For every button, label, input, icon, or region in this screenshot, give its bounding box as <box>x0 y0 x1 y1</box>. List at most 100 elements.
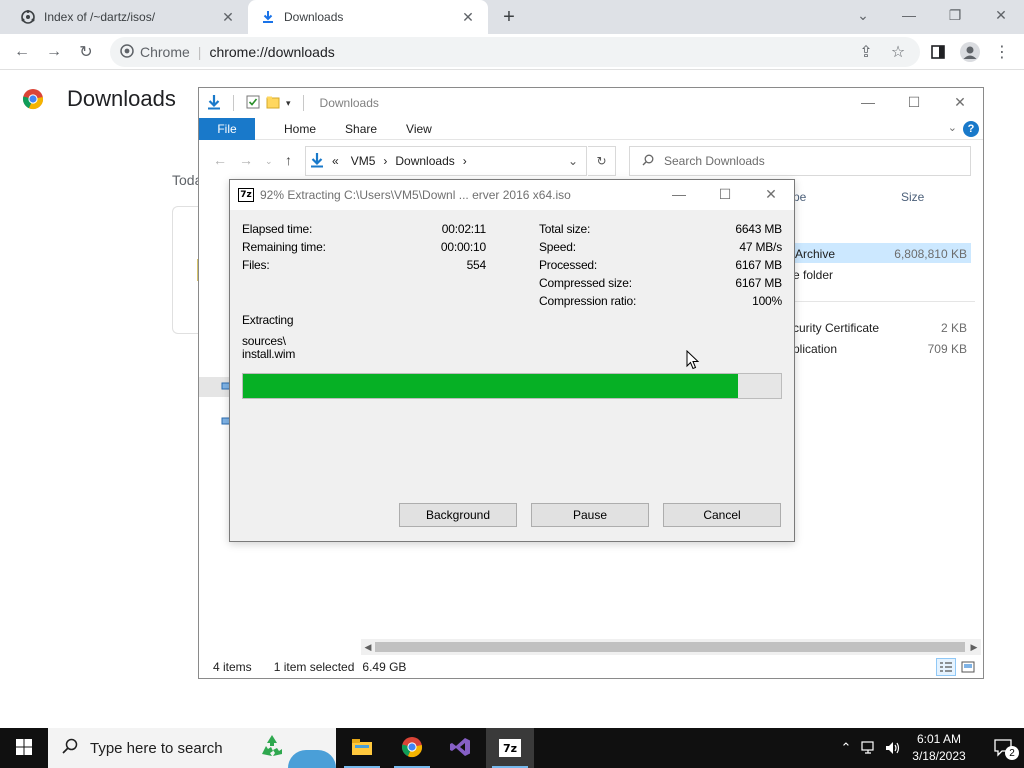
search-downloads-input[interactable]: Search Downloads <box>629 146 971 176</box>
files-value: 554 <box>466 258 487 272</box>
speed-value: 47 MB/s <box>739 240 782 254</box>
breadcrumb-downloads[interactable]: Downloads <box>395 154 454 168</box>
profile-avatar[interactable] <box>956 38 984 66</box>
action-center-button[interactable]: 2 <box>984 728 1024 768</box>
explorer-minimize-button[interactable]: — <box>845 88 891 116</box>
restore-button[interactable]: ❐ <box>932 0 978 30</box>
7zip-taskbar-button[interactable]: 7z <box>486 728 534 768</box>
mouse-cursor-icon <box>686 349 700 373</box>
new-folder-icon[interactable] <box>266 95 280 112</box>
share-icon[interactable]: ⇪ <box>852 38 880 66</box>
visual-studio-icon <box>449 736 471 761</box>
explorer-maximize-button[interactable]: ☐ <box>891 88 937 116</box>
chrome-site-icon <box>120 43 134 61</box>
scroll-right-icon[interactable]: ▶ <box>967 639 981 655</box>
file-size-cell: 6,808,810 KB <box>894 247 967 261</box>
refresh-icon[interactable]: ↻ <box>588 146 616 176</box>
ribbon-tabs: File Home Share View ⌄ ? <box>199 117 983 140</box>
back-arrow-icon[interactable]: ← <box>213 152 227 168</box>
clock-date: 3/18/2023 <box>912 749 966 763</box>
scrollbar-thumb[interactable] <box>375 642 965 652</box>
back-button[interactable]: ← <box>8 38 36 66</box>
7zip-minimize-button[interactable]: — <box>656 180 702 208</box>
progress-fill <box>243 374 738 398</box>
omnibox[interactable]: Chrome | chrome://downloads <box>110 37 920 67</box>
file-type-cell: e folder <box>793 268 834 282</box>
item-count: 4 items <box>213 660 252 674</box>
forward-arrow-icon[interactable]: → <box>239 152 253 168</box>
nav-pane-selected-item[interactable] <box>199 377 231 397</box>
cancel-button[interactable]: Cancel <box>663 503 781 527</box>
file-size-cell: 709 KB <box>927 342 967 356</box>
horizontal-scrollbar[interactable]: ◀ ▶ <box>361 639 981 655</box>
close-tab-icon[interactable]: ✕ <box>460 9 476 25</box>
search-placeholder: Search Downloads <box>664 154 765 168</box>
chrome-taskbar-button[interactable] <box>388 728 436 768</box>
scroll-left-icon[interactable]: ◀ <box>361 639 375 655</box>
close-tab-icon[interactable]: ✕ <box>220 9 236 25</box>
close-window-button[interactable]: ✕ <box>978 0 1024 30</box>
breadcrumb-vm5[interactable]: VM5 <box>351 154 376 168</box>
file-size-cell: 2 KB <box>940 321 967 335</box>
7zip-maximize-button[interactable]: ☐ <box>702 180 748 208</box>
tab-search-icon[interactable]: ⌄ <box>840 0 886 30</box>
ribbon-tab-view[interactable]: View <box>406 122 432 136</box>
address-bar[interactable]: « VM5 › Downloads › ⌄ <box>305 146 587 176</box>
new-tab-button[interactable]: + <box>496 5 522 29</box>
compressed-size-value: 6167 MB <box>735 276 782 290</box>
download-arrow-icon <box>207 94 221 113</box>
remaining-time-label: Remaining time: <box>242 240 326 254</box>
download-icon <box>260 9 276 25</box>
notification-count: 2 <box>1005 746 1019 760</box>
details-view-icon[interactable] <box>936 658 956 676</box>
tab-downloads[interactable]: Downloads ✕ <box>248 0 488 34</box>
visual-studio-taskbar-button[interactable] <box>436 728 484 768</box>
up-arrow-icon[interactable]: ↑ <box>285 152 292 168</box>
selection-size: 6.49 GB <box>362 660 407 674</box>
ribbon-tab-home[interactable]: Home <box>284 122 316 136</box>
windows-logo-icon <box>16 738 32 758</box>
column-header-size[interactable]: Size <box>901 190 924 204</box>
side-panel-icon[interactable] <box>924 38 952 66</box>
page-title: Downloads <box>67 86 176 111</box>
7zip-close-button[interactable]: ✕ <box>748 180 794 208</box>
background-button[interactable]: Background <box>399 503 517 527</box>
system-clock[interactable]: 6:01 AM 3/18/2023 <box>904 731 974 765</box>
bookmark-star-icon[interactable]: ☆ <box>884 38 912 66</box>
tab-label: Index of /~dartz/isos/ <box>44 10 156 24</box>
help-icon[interactable]: ? <box>963 121 979 137</box>
omnibox-site: Chrome <box>140 44 190 60</box>
chrome-menu-icon[interactable]: ⋮ <box>988 38 1016 66</box>
ribbon-tab-share[interactable]: Share <box>345 122 377 136</box>
total-size-value: 6643 MB <box>735 222 782 236</box>
processed-label: Processed: <box>539 258 598 272</box>
customize-qat-icon[interactable]: ▾ <box>286 98 291 109</box>
tab-label: Downloads <box>284 10 344 24</box>
7zip-extract-dialog: 7z 92% Extracting C:\Users\VM5\Downl ...… <box>229 179 795 542</box>
address-prefix[interactable]: « <box>332 154 339 168</box>
volume-tray-icon[interactable] <box>882 728 904 768</box>
properties-icon[interactable] <box>246 95 260 112</box>
taskbar-search-box[interactable]: Type here to search <box>48 728 336 768</box>
omnibox-separator: | <box>197 44 202 60</box>
ribbon-tab-file[interactable]: File <box>199 117 255 140</box>
expand-ribbon-icon[interactable]: ⌄ <box>948 121 957 134</box>
large-icons-view-icon[interactable] <box>958 658 978 676</box>
reload-button[interactable]: ↻ <box>72 38 100 66</box>
divider <box>302 95 304 111</box>
tab-index-of-isos[interactable]: Index of /~dartz/isos/ ✕ <box>8 0 248 34</box>
minimize-button[interactable]: — <box>886 0 932 30</box>
compressed-size-label: Compressed size: <box>539 276 632 290</box>
start-button[interactable] <box>0 728 48 768</box>
pause-button[interactable]: Pause <box>531 503 649 527</box>
network-tray-icon[interactable] <box>858 728 880 768</box>
show-hidden-icons-chevron-icon[interactable]: ⌃ <box>836 728 856 768</box>
file-explorer-taskbar-button[interactable] <box>338 728 386 768</box>
recent-locations-icon[interactable]: ⌄ <box>265 156 273 167</box>
explorer-close-button[interactable]: ✕ <box>937 88 983 116</box>
address-dropdown-icon[interactable]: ⌄ <box>568 154 578 168</box>
column-header-type[interactable]: pe <box>793 190 806 204</box>
file-type-cell: plication <box>793 342 838 356</box>
breadcrumb-chevron-icon: › <box>462 154 467 168</box>
forward-button[interactable]: → <box>40 38 68 66</box>
